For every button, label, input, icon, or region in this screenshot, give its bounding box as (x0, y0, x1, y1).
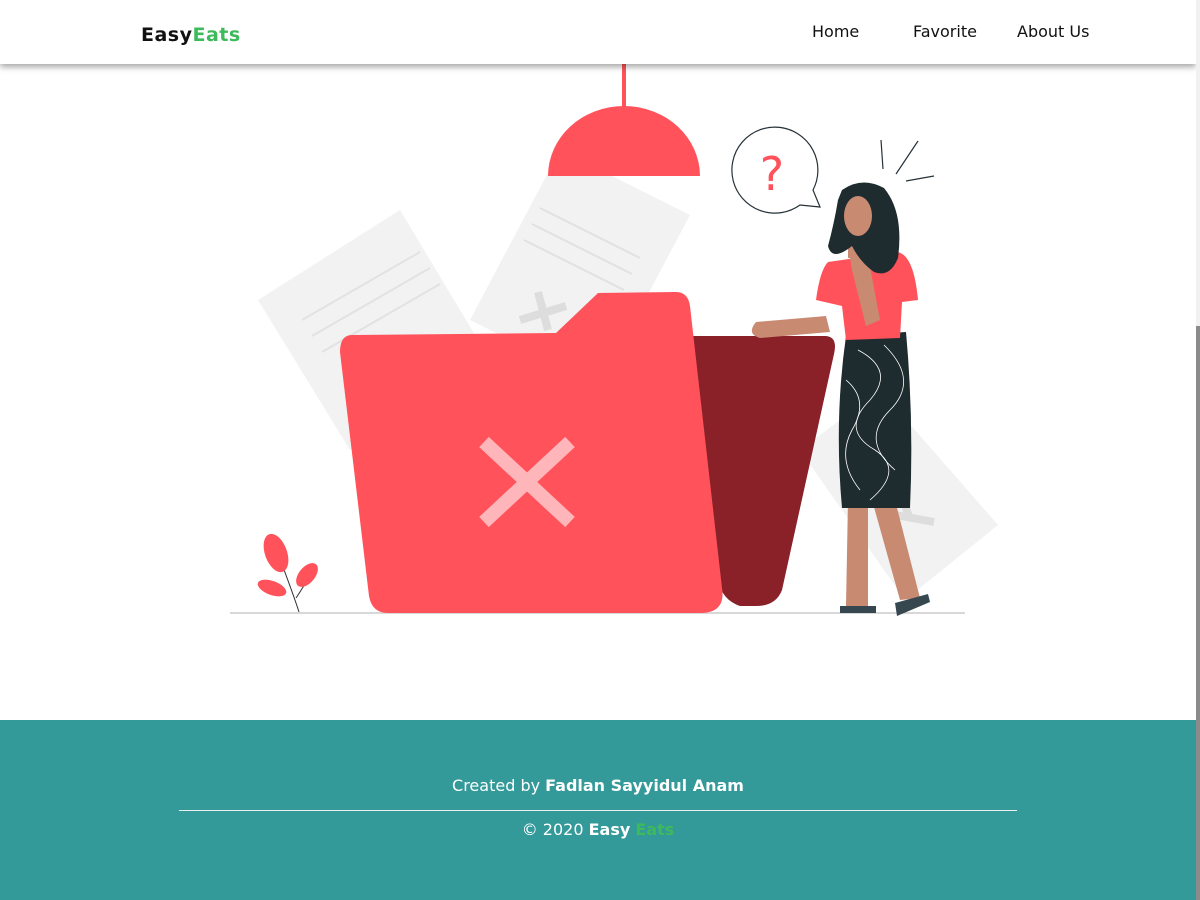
author-name: Fadlan Sayyidul Anam (545, 776, 744, 795)
scrollbar-thumb[interactable] (1196, 326, 1200, 900)
credit-prefix: Created by (452, 776, 541, 795)
surprise-lines (880, 139, 935, 182)
nav-favorite-link[interactable]: Favorite (913, 22, 977, 41)
plant-decoration (257, 533, 318, 613)
question-mark-text: ? (760, 147, 784, 201)
footer-divider (179, 810, 1017, 811)
page-scrollbar[interactable] (1196, 0, 1200, 900)
logo[interactable]: EasyEats (141, 24, 241, 46)
hanging-lamp (548, 64, 700, 176)
logo-easy: Easy (141, 24, 193, 46)
nav-home-link[interactable]: Home (812, 22, 859, 41)
app-header: EasyEats Home Favorite About Us (0, 0, 1196, 64)
footer-brand-easy: Easy (588, 820, 631, 839)
not-found-illustration: ? (230, 64, 998, 616)
footer-copyright: © 2020 Easy Eats (0, 820, 1196, 839)
logo-eats: Eats (192, 24, 241, 46)
footer-credit: Created by Fadlan Sayyidul Anam (0, 776, 1196, 795)
nav-about-link[interactable]: About Us (1017, 22, 1089, 41)
speech-bubble: ? (731, 126, 821, 214)
folder-icon (340, 292, 835, 613)
footer-brand-eats: Eats (635, 820, 675, 839)
page-footer: Created by Fadlan Sayyidul Anam © 2020 E… (0, 720, 1196, 900)
copyright-prefix: © 2020 (521, 820, 584, 839)
